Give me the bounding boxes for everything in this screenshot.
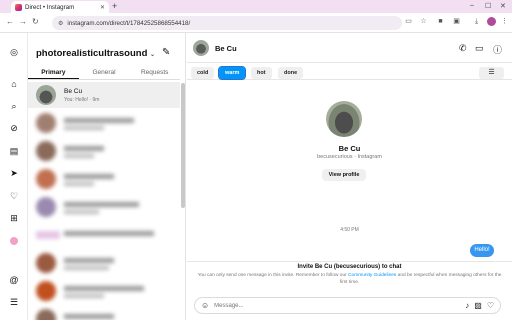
- explore-icon[interactable]: ⊘: [8, 122, 20, 134]
- tab-requests[interactable]: Requests: [129, 66, 180, 79]
- microphone-icon[interactable]: ♪: [465, 301, 469, 310]
- list-item[interactable]: [28, 194, 180, 220]
- more-menu-icon[interactable]: ☰: [8, 296, 20, 308]
- bookmark-star-icon[interactable]: ☆: [419, 17, 428, 26]
- minimize-icon[interactable]: –: [470, 2, 474, 9]
- message-timestamp: 4:50 PM: [340, 227, 359, 233]
- list-item[interactable]: [28, 278, 180, 304]
- search-icon[interactable]: ⌕: [8, 100, 20, 112]
- chip-cold[interactable]: cold: [191, 67, 215, 79]
- list-view-icon[interactable]: ☰: [479, 67, 504, 79]
- list-item[interactable]: [28, 166, 180, 192]
- message-bubble[interactable]: Hello!: [470, 244, 494, 257]
- list-item[interactable]: [28, 306, 180, 320]
- chip-hot[interactable]: hot: [251, 67, 272, 79]
- close-tab-icon[interactable]: ✕: [100, 4, 105, 11]
- home-icon[interactable]: ⌂: [8, 78, 20, 90]
- messages-icon[interactable]: ➤: [8, 167, 20, 179]
- tab-primary[interactable]: Primary: [28, 66, 79, 79]
- site-info-icon[interactable]: ⚙: [58, 20, 63, 27]
- heart-icon[interactable]: ♡: [487, 301, 494, 310]
- browser-tab-title: Direct • Instagram: [25, 3, 75, 11]
- window-close-icon[interactable]: ✕: [500, 2, 506, 10]
- message-composer: ☺ ♪ ▨ ♡: [194, 297, 501, 314]
- download-icon[interactable]: ⤓: [472, 17, 481, 26]
- thread-name[interactable]: Be Cu: [215, 44, 237, 53]
- create-icon[interactable]: ⊞: [8, 212, 20, 224]
- profile-avatar[interactable]: [487, 17, 496, 26]
- instagram-logo-icon[interactable]: ◎: [8, 46, 20, 58]
- avatar[interactable]: [193, 40, 209, 56]
- image-icon[interactable]: ▨: [474, 301, 482, 310]
- compose-icon[interactable]: ✎: [162, 47, 170, 58]
- conversation-name: Be Cu: [64, 88, 83, 95]
- inbox-tabs: Primary General Requests: [28, 66, 180, 80]
- list-item[interactable]: [28, 222, 180, 248]
- conversation-preview: You: Hello! · 9m: [64, 97, 100, 103]
- profile-name: Be Cu: [338, 144, 361, 153]
- message-input[interactable]: [214, 302, 461, 309]
- list-item[interactable]: [28, 110, 180, 136]
- profile-avatar-large: [326, 101, 362, 137]
- cast-icon[interactable]: ▭: [404, 17, 413, 26]
- threads-icon[interactable]: @: [8, 274, 20, 286]
- invite-title: Invite Be Cu (becusecurious) to chat: [297, 264, 402, 270]
- avatar: [36, 85, 56, 105]
- browser-tab[interactable]: Direct • Instagram ✕: [11, 1, 109, 13]
- profile-handle: becusecurious · Instagram: [317, 154, 382, 160]
- extension-icon[interactable]: ■: [436, 17, 445, 26]
- address-bar[interactable]: ⚙ instagram.com/direct/t/178425258685544…: [52, 16, 402, 30]
- reload-icon[interactable]: ↻: [32, 17, 39, 26]
- profile-nav-icon[interactable]: [8, 235, 20, 247]
- notifications-icon[interactable]: ♡: [8, 190, 20, 202]
- reels-icon[interactable]: ▤: [8, 145, 20, 157]
- conversation-row-be-cu[interactable]: Be Cu You: Hello! · 9m: [28, 82, 180, 108]
- inbox-scrollbar[interactable]: [181, 83, 185, 208]
- back-icon[interactable]: ←: [6, 17, 14, 26]
- account-name: photorealisticultrasound: [36, 48, 148, 59]
- list-item[interactable]: [28, 138, 180, 164]
- view-profile-button[interactable]: View profile: [322, 169, 366, 181]
- account-switcher[interactable]: photorealisticultrasound ⌄: [36, 48, 155, 59]
- emoji-icon[interactable]: ☺: [201, 301, 209, 310]
- tab-general[interactable]: General: [79, 66, 130, 79]
- extensions-puzzle-icon[interactable]: ▣: [452, 17, 461, 26]
- url-text: instagram.com/direct/t/17842525868554418…: [67, 19, 191, 27]
- browser-menu-icon[interactable]: ⋮: [500, 17, 509, 26]
- new-tab-icon[interactable]: +: [112, 1, 117, 11]
- chip-warm[interactable]: warm: [217, 66, 247, 80]
- maximize-icon[interactable]: ☐: [485, 2, 491, 10]
- forward-icon[interactable]: →: [19, 17, 27, 26]
- info-icon[interactable]: ⓘ: [493, 43, 502, 56]
- invite-text-1: You can only send one message in this in…: [197, 273, 349, 278]
- video-call-icon[interactable]: ▭: [475, 43, 484, 54]
- chip-done[interactable]: done: [278, 67, 304, 79]
- invite-body: You can only send one message in this in…: [197, 273, 502, 286]
- chevron-down-icon: ⌄: [150, 52, 156, 58]
- instagram-favicon-icon: [15, 3, 22, 11]
- phone-icon[interactable]: ✆: [459, 43, 467, 54]
- list-item[interactable]: [28, 250, 180, 276]
- community-guidelines-link[interactable]: Community Guidelines: [348, 273, 396, 278]
